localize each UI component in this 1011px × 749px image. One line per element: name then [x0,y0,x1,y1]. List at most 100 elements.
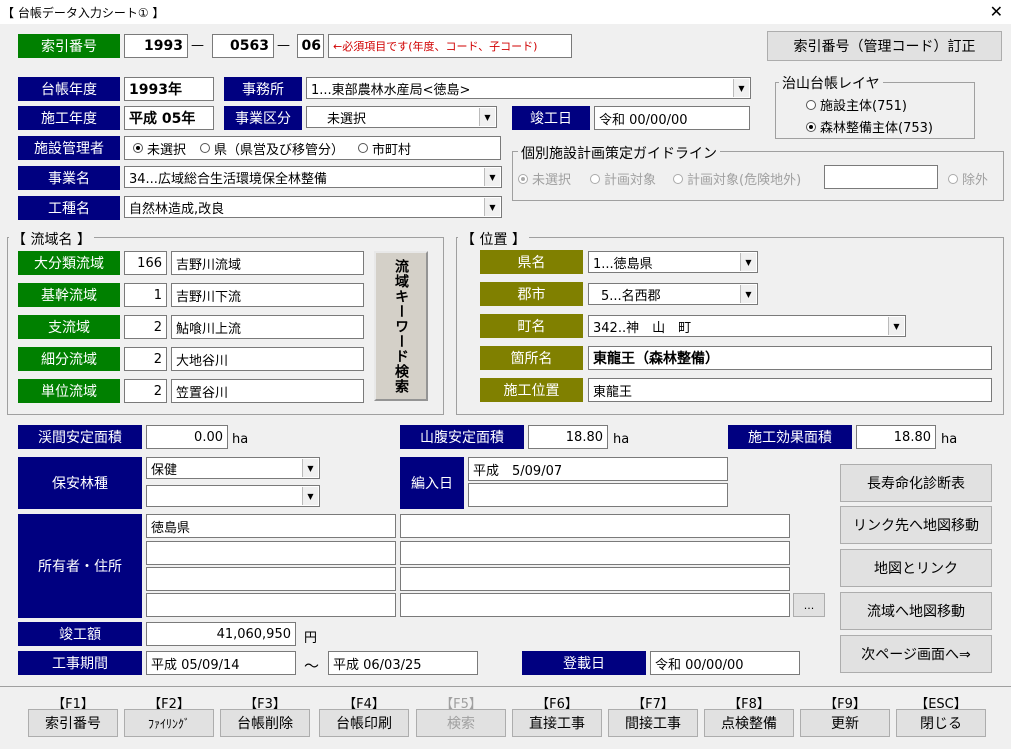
chevron-down-icon[interactable]: ▼ [479,108,495,126]
chevron-down-icon[interactable]: ▼ [740,285,756,303]
owner-more-button[interactable]: ... [793,593,825,617]
index-year-input[interactable]: 1993 [124,34,188,58]
basin-name-tributary[interactable]: 鮎喰川上流 [171,315,364,339]
owner-address-2[interactable] [400,541,790,565]
effect-area-input[interactable]: 18.80 [856,425,936,449]
fkey-f6-button[interactable]: 直接工事 [512,709,602,737]
basin-code-tributary[interactable]: 2 [124,315,167,339]
basin-code-unit[interactable]: 2 [124,379,167,403]
fkey-f1-button[interactable]: 索引番号 [28,709,118,737]
map-link-move-button[interactable]: リンク先へ地図移動 [840,506,992,544]
entry-date-input-1[interactable]: 平成 5/09/07 [468,457,728,481]
chevron-down-icon[interactable]: ▼ [302,459,318,477]
basin-code-major[interactable]: 166 [124,251,167,275]
forest-type-select-2[interactable]: ▼ [146,485,320,507]
longevity-diagnosis-button[interactable]: 長寿命化診断表 [840,464,992,502]
manager-radio-municipality[interactable]: 市町村 [358,139,411,158]
guideline-radio-exclude[interactable]: 除外 [948,169,988,188]
fkey-f8-button[interactable]: 点検整備 [704,709,794,737]
project-select[interactable]: 34...広域総合生活環境保全林整備 ▼ [124,166,502,188]
owner-address-3[interactable] [400,567,790,591]
city-value: 5...名西郡 [601,288,661,304]
manager-radio-unselected[interactable]: 未選択 [133,139,186,158]
manager-radio-prefecture[interactable]: 県（県営及び移管分） [200,139,344,158]
basin-name-trunk[interactable]: 吉野川下流 [171,283,364,307]
guideline-radio-unselected[interactable]: 未選択 [518,169,571,188]
registered-input[interactable]: 令和 00/00/00 [650,651,800,675]
chevron-down-icon[interactable]: ▼ [302,487,318,505]
worktype-select[interactable]: 自然林造成,改良 ▼ [124,196,502,218]
owner-address-4[interactable] [400,593,790,617]
basin-name-subdivision[interactable]: 大地谷川 [171,347,364,371]
owner-name-2[interactable] [146,541,396,565]
close-icon[interactable]: ✕ [990,2,1003,21]
office-select[interactable]: 1...東部農林水産局<徳島> ▼ [306,77,751,99]
office-value: 1...東部農林水産局<徳島> [311,82,471,98]
guideline-radio-target[interactable]: 計画対象 [590,169,656,188]
index-fix-button[interactable]: 索引番号（管理コード）訂正 [767,31,1002,61]
guideline-input[interactable] [824,165,938,189]
place-label: 箇所名 [480,346,583,370]
guideline-radio-target-outside[interactable]: 計画対象(危険地外) [673,169,801,188]
pref-label: 県名 [480,250,583,274]
basin-name-major[interactable]: 吉野川流域 [171,251,364,275]
layer-group-title: 治山台帳レイヤ [779,73,883,93]
owner-name-1[interactable]: 徳島県 [146,514,396,538]
radio-dot [518,173,528,184]
chevron-down-icon[interactable]: ▼ [733,79,749,97]
registered-label: 登載日 [522,651,646,675]
cost-input[interactable]: 41,060,950 [146,622,296,646]
category-select[interactable]: 未選択 ▼ [306,106,497,128]
basin-name-unit[interactable]: 笠置谷川 [171,379,364,403]
fkey-f2-button[interactable]: ﾌｧｲﾘﾝｸﾞ [124,709,214,737]
city-select[interactable]: 5...名西郡 ▼ [588,283,758,305]
site-input[interactable]: 東龍王 [588,378,992,402]
owner-address-1[interactable] [400,514,790,538]
work-year-label: 施工年度 [18,106,120,130]
completion-input[interactable]: 令和 00/00/00 [594,106,750,130]
layer-radio-forest[interactable]: 森林整備主体(753) [806,117,933,136]
fkey-f4-button[interactable]: 台帳印刷 [319,709,409,737]
fkey-f5-button[interactable]: 検索 [416,709,506,737]
pref-select[interactable]: 1...徳島県 ▼ [588,251,758,273]
fkey-f3-button[interactable]: 台帳削除 [220,709,310,737]
guideline-group-title: 個別施設計画策定ガイドライン [518,143,720,163]
place-input[interactable]: 東龍王（森林整備） [588,346,992,370]
dash-1: — [191,38,204,53]
work-year-input[interactable]: 平成 05年 [124,106,214,130]
basin-code-trunk[interactable]: 1 [124,283,167,307]
town-value: 342..神 山 町 [593,320,692,336]
forest-type-select-1[interactable]: 保健 ▼ [146,457,320,479]
basin-keyword-search-button[interactable]: 流域キーワード検索 [374,251,428,401]
chevron-down-icon[interactable]: ▼ [740,253,756,271]
entry-date-input-2[interactable] [468,483,728,507]
town-select[interactable]: 342..神 山 町 ▼ [588,315,906,337]
owner-name-4[interactable] [146,593,396,617]
owner-label: 所有者・住所 [18,514,142,618]
next-page-button[interactable]: 次ページ画面へ⇒ [840,635,992,673]
period-from-input[interactable]: 平成 05/09/14 [146,651,296,675]
fkey-f7-button[interactable]: 間接工事 [608,709,698,737]
period-to-input[interactable]: 平成 06/03/25 [328,651,478,675]
chevron-down-icon[interactable]: ▼ [888,317,904,335]
slope-area-input[interactable]: 18.80 [528,425,608,449]
owner-name-3[interactable] [146,567,396,591]
ledger-year-input[interactable]: 1993年 [124,77,214,101]
fkey-esc-button[interactable]: 閉じる [896,709,986,737]
basin-keyword-search-label: 流域キーワード検索 [393,258,409,394]
fkey-f9-button[interactable]: 更新 [800,709,890,737]
basin-label-trunk: 基幹流域 [18,283,120,307]
basin-label-subdivision: 細分流域 [18,347,120,371]
chevron-down-icon[interactable]: ▼ [484,198,500,216]
entry-date-label: 編入日 [400,457,464,509]
map-link-button[interactable]: 地図とリンク [840,549,992,587]
valley-area-input[interactable]: 0.00 [146,425,228,449]
forest-type-value-1: 保健 [151,462,178,478]
basin-map-move-button[interactable]: 流域へ地図移動 [840,592,992,630]
basin-code-subdivision[interactable]: 2 [124,347,167,371]
index-sub-input[interactable]: 06 [297,34,324,58]
index-code-input[interactable]: 0563 [212,34,274,58]
chevron-down-icon[interactable]: ▼ [484,168,500,186]
site-label: 施工位置 [480,378,583,402]
layer-radio-facility[interactable]: 施設主体(751) [806,95,907,114]
